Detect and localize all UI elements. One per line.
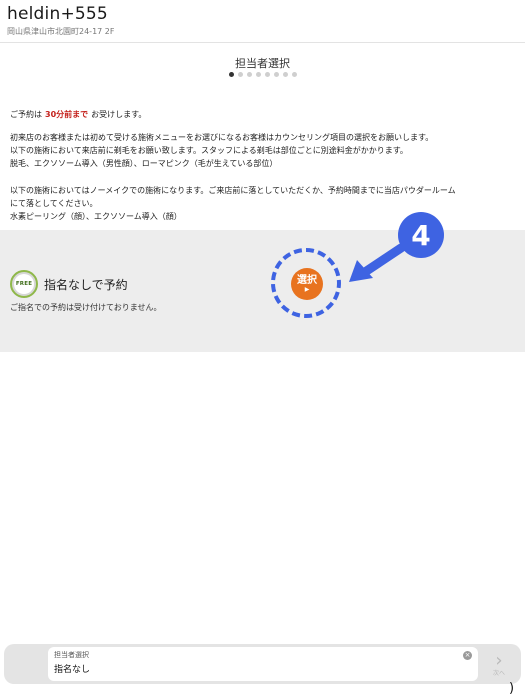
reservation-deadline-notice: ご予約は 30分前まで お受けします。	[10, 108, 515, 121]
callout-arrow-icon	[349, 243, 405, 282]
no-makeup-notice: 以下の施術においてはノーメイクでの施術になります。ご来店前に落としていただくか、…	[10, 184, 515, 223]
clear-icon[interactable]: ×	[463, 651, 472, 660]
select-button-label: 選択	[297, 275, 317, 286]
shop-name: heldin+555	[7, 4, 108, 24]
next-button[interactable]: › 次へ	[486, 648, 512, 680]
notice-line: 以下の施術においてはノーメイクでの施術になります。ご来店前に落としていただくか、…	[10, 186, 456, 195]
chevron-right-icon: ›	[495, 649, 503, 671]
notice-line: 脱毛、エクソソーム導入（男性顔）、ローマピンク（毛が生えている部位）	[10, 159, 278, 168]
shop-address: 岡山県津山市北園町24-17 2F	[7, 27, 115, 36]
step-number-badge: 4	[398, 212, 444, 258]
bottom-selection-bar: 担当者選択 指名なし ×	[4, 644, 521, 684]
deadline-prefix: ご予約は	[10, 110, 42, 119]
step-dot-1	[228, 72, 234, 77]
selected-staff-field[interactable]: 担当者選択 指名なし ×	[48, 647, 478, 681]
free-badge-icon: FREE	[10, 270, 38, 298]
select-button[interactable]: 選択 ▶	[291, 268, 323, 300]
step-dot-2	[237, 72, 243, 77]
option-title: 指名なしで予約	[44, 278, 128, 292]
first-visit-notice: 初来店のお客様または初めて受ける施術メニューをお選びになるお客様はカウンセリング…	[10, 131, 515, 170]
step-dot-4	[255, 72, 261, 77]
free-badge-label: FREE	[14, 274, 34, 294]
selected-staff-label: 担当者選択	[54, 651, 89, 659]
corner-curve-icon: )	[509, 681, 515, 696]
deadline-highlight: 30分前まで	[45, 110, 89, 119]
step-dot-7	[282, 72, 288, 77]
deadline-suffix: お受けします。	[91, 110, 147, 119]
play-arrow-icon: ▶	[304, 286, 310, 293]
step-dot-5	[264, 72, 270, 77]
app-header: heldin+555 岡山県津山市北園町24-17 2F	[0, 0, 525, 43]
option-note: ご指名での予約は受け付けておりません。	[10, 303, 162, 312]
step-progress-dots	[0, 72, 525, 77]
step-dot-6	[273, 72, 279, 77]
notice-line: にて落としてください。	[10, 199, 98, 208]
selected-staff-value: 指名なし	[54, 665, 91, 675]
notice-line: 以下の施術において来店前に剃毛をお願い致します。スタッフによる剃毛は部位ごとに別…	[10, 146, 408, 155]
step-dot-8	[291, 72, 297, 77]
next-button-label: 次へ	[492, 669, 505, 677]
notice-line: 初来店のお客様または初めて受ける施術メニューをお選びになるお客様はカウンセリング…	[10, 133, 434, 142]
step-title: 担当者選択	[235, 57, 290, 70]
step-dot-3	[246, 72, 252, 77]
no-nomination-option: FREE 指名なしで予約 ご指名での予約は受け付けておりません。	[0, 230, 525, 352]
